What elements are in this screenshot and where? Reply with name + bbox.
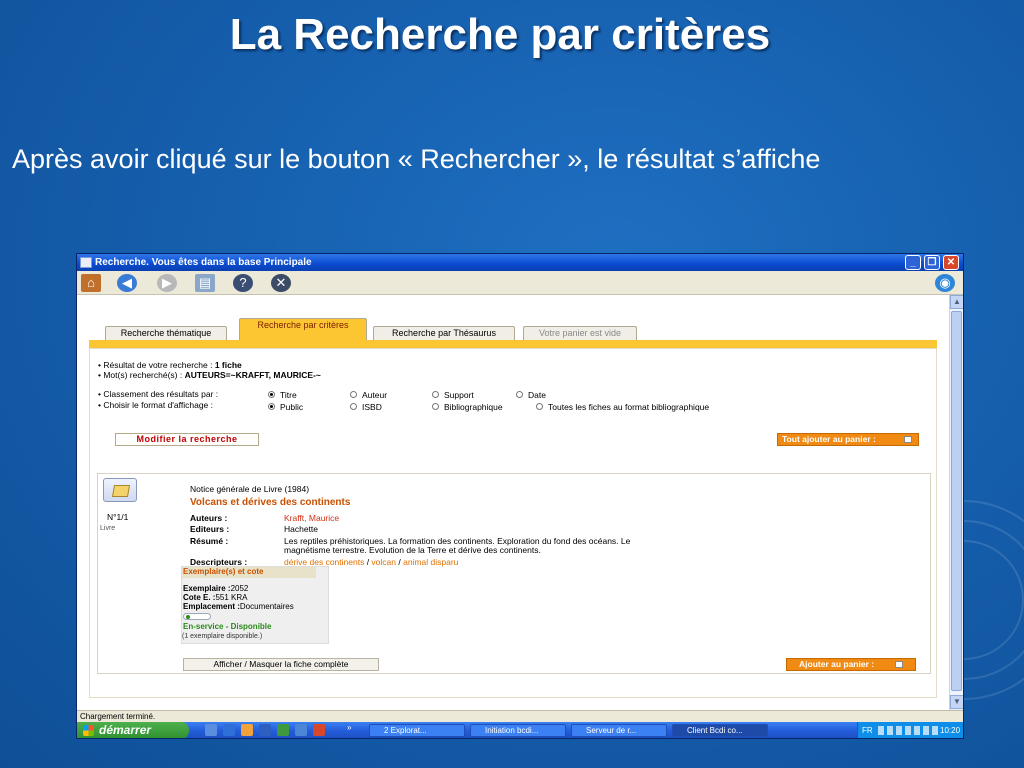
slide-title: La Recherche par critères: [229, 10, 771, 59]
tray-icons[interactable]: [878, 726, 938, 735]
radio-label: Titre: [280, 390, 297, 400]
close-window-icon[interactable]: ✕: [943, 255, 959, 270]
radio-label: Toutes les fiches au format bibliographi…: [548, 402, 710, 412]
result-record: N°1/1 Livre Notice générale de Livre (19…: [97, 473, 931, 674]
copies-box: Exemplaire(s) et cote Exemplaire :2052 C…: [181, 566, 329, 644]
button-label: Ajouter au panier :: [799, 659, 875, 669]
copies-header: Exemplaire(s) et cote: [182, 567, 316, 578]
back-icon[interactable]: ◀: [117, 274, 137, 292]
keywords-summary: • Mot(s) recherché(s) : AUTEURS=~KRAFFT,…: [98, 370, 321, 380]
button-label: Tout ajouter au panier :: [782, 434, 876, 444]
language-indicator[interactable]: FR: [862, 722, 873, 738]
copy-status: En-service - Disponible: [183, 622, 272, 631]
radio-format-isbd[interactable]: [350, 403, 357, 410]
authors-label: Auteurs :: [190, 513, 228, 523]
radio-label: Date: [528, 390, 546, 400]
taskbar: démarrer » 2 Explorat... Initiation bcdi…: [77, 722, 963, 738]
help-icon[interactable]: ?: [233, 274, 253, 292]
radio-format-toutes[interactable]: [536, 403, 543, 410]
format-label: • Choisir le format d'affichage :: [98, 400, 213, 410]
radio-sort-support[interactable]: [432, 391, 439, 398]
radio-sort-titre[interactable]: [268, 391, 275, 398]
app-icon: [80, 257, 92, 268]
radio-label: Auteur: [362, 390, 388, 400]
toggle-full-record-button[interactable]: Afficher / Masquer la fiche complète: [183, 658, 379, 671]
chevron-icon[interactable]: »: [347, 723, 351, 732]
windows-logo-icon: [83, 725, 94, 736]
location: Emplacement :Documentaires: [183, 602, 294, 611]
publishers-value: Hachette: [284, 524, 319, 534]
taskbar-item[interactable]: Initiation bcdi...: [470, 724, 566, 737]
descriptor-link[interactable]: volcan: [371, 557, 396, 567]
system-tray: FR 10:20: [857, 722, 963, 738]
tab-recherche-par-thesaurus[interactable]: Recherche par Thésaurus: [373, 326, 515, 340]
quicklaunch-icon[interactable]: [259, 724, 271, 736]
quicklaunch-icon[interactable]: [241, 724, 253, 736]
modify-search-button[interactable]: Modifier la recherche: [115, 433, 259, 446]
tab-recherche-par-criteres[interactable]: Recherche par critères: [239, 318, 367, 340]
tab-underline: [89, 340, 937, 348]
start-label: démarrer: [99, 723, 152, 737]
quicklaunch-icon[interactable]: [223, 724, 235, 736]
home-icon[interactable]: ⌂: [81, 274, 101, 292]
radio-label: ISBD: [362, 402, 382, 412]
add-to-cart-checkbox[interactable]: [895, 661, 903, 668]
availability-indicator: [183, 613, 211, 620]
window-titlebar[interactable]: Recherche. Vous êtes dans la base Princi…: [77, 254, 963, 271]
record-title[interactable]: Volcans et dérives des continents: [190, 497, 350, 508]
taskbar-item-active[interactable]: Client Bcdi co...: [672, 724, 768, 737]
descriptor-link[interactable]: animal disparu: [403, 557, 458, 567]
book-icon: [103, 478, 137, 502]
radio-label: Support: [444, 390, 474, 400]
window-title: Recherche. Vous êtes dans la base Princi…: [95, 257, 312, 268]
scroll-thumb[interactable]: [951, 311, 962, 691]
slide-text: Après avoir cliqué sur le bouton « Reche…: [12, 144, 821, 174]
quicklaunch-icon[interactable]: [205, 724, 217, 736]
browser-window: Recherche. Vous êtes dans la base Princi…: [76, 253, 964, 739]
page-content: Recherche thématique Recherche par critè…: [77, 295, 949, 710]
print-icon[interactable]: ▤: [195, 274, 215, 292]
forward-icon[interactable]: ▶: [157, 274, 177, 292]
radio-label: Public: [280, 402, 304, 412]
tab-panier[interactable]: Votre panier est vide: [523, 326, 637, 340]
vertical-scrollbar[interactable]: ▲ ▼: [949, 295, 963, 710]
radio-format-bibliographique[interactable]: [432, 403, 439, 410]
result-summary: • Résultat de votre recherche : 1 fiche: [98, 360, 242, 370]
globe-icon[interactable]: ◉: [935, 274, 955, 292]
availability-text: (1 exemplaire disponible.): [182, 633, 263, 640]
record-type: Livre: [100, 525, 116, 532]
summary-line: magnétisme terrestre. Evolution de la Te…: [284, 545, 541, 555]
tab-recherche-thematique[interactable]: Recherche thématique: [105, 326, 227, 340]
radio-sort-auteur[interactable]: [350, 391, 357, 398]
close-icon[interactable]: ✕: [271, 274, 291, 292]
authors-link[interactable]: Krafft, Maurice: [284, 513, 339, 523]
radio-label: Bibliographique: [444, 402, 503, 412]
clock: 10:20: [940, 726, 961, 735]
status-bar: Chargement terminé.: [77, 710, 963, 722]
status-dot-icon: [186, 615, 190, 619]
taskbar-item[interactable]: Serveur de r...: [571, 724, 667, 737]
summary-label: Résumé :: [190, 536, 229, 546]
copy-number: Exemplaire :2052: [183, 584, 249, 593]
minimize-icon[interactable]: _: [905, 255, 921, 270]
start-button[interactable]: démarrer: [77, 722, 189, 738]
add-to-cart-button[interactable]: Ajouter au panier :: [786, 658, 916, 671]
toolbar: ⌂ ◀ ▶ ▤ ? ✕ ◉: [77, 271, 963, 295]
quicklaunch-icon[interactable]: [277, 724, 289, 736]
taskbar-item[interactable]: 2 Explorat...: [369, 724, 465, 737]
record-header: Notice générale de Livre (1984): [190, 484, 310, 494]
record-number: N°1/1: [107, 512, 129, 522]
scroll-down-icon[interactable]: ▼: [950, 695, 963, 709]
publishers-label: Editeurs :: [190, 524, 230, 534]
call-number: Cote E. :551 KRA: [183, 593, 248, 602]
sort-label: • Classement des résultats par :: [98, 389, 219, 399]
add-all-checkbox[interactable]: [904, 436, 912, 443]
add-all-to-cart-button[interactable]: Tout ajouter au panier :: [777, 433, 919, 446]
quicklaunch-icon[interactable]: [295, 724, 307, 736]
restore-icon[interactable]: ❐: [924, 255, 940, 270]
radio-format-public[interactable]: [268, 403, 275, 410]
radio-sort-date[interactable]: [516, 391, 523, 398]
quicklaunch-icon[interactable]: [313, 724, 325, 736]
scroll-up-icon[interactable]: ▲: [950, 295, 963, 309]
